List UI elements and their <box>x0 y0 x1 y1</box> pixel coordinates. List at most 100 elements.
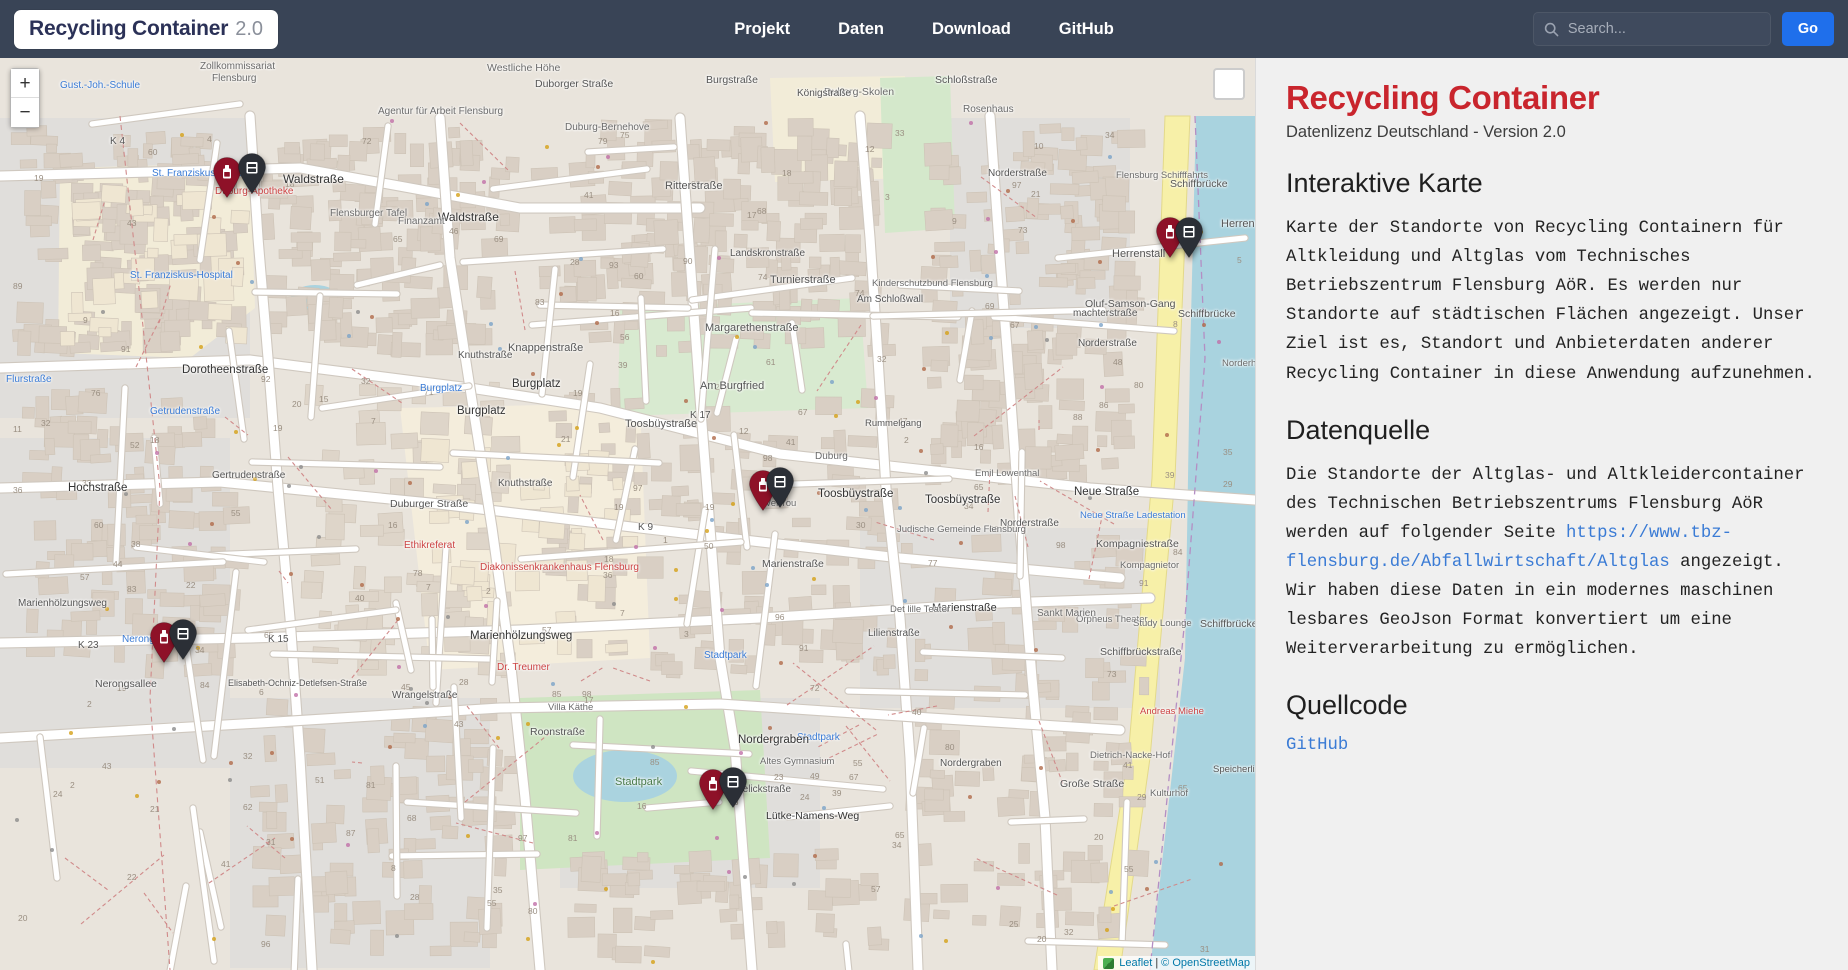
svg-text:20: 20 <box>1037 934 1047 944</box>
search-go-button[interactable]: Go <box>1782 12 1834 46</box>
clothes-container-icon <box>718 766 748 808</box>
svg-text:72: 72 <box>810 683 820 693</box>
map-marker-altkleider[interactable] <box>718 766 748 808</box>
svg-text:80: 80 <box>1134 380 1144 390</box>
svg-text:40: 40 <box>355 593 365 603</box>
map-attribution: Leaflet | © OpenStreetMap <box>1098 956 1255 970</box>
svg-text:91: 91 <box>1139 578 1149 588</box>
svg-text:72: 72 <box>362 136 372 146</box>
svg-text:46: 46 <box>449 226 459 236</box>
map-marker-altkleider[interactable] <box>765 466 795 508</box>
svg-text:57: 57 <box>80 572 90 582</box>
svg-text:32: 32 <box>243 751 253 761</box>
section-body-datenquelle: Die Standorte der Altglas- und Altkleide… <box>1286 461 1818 664</box>
svg-text:18: 18 <box>285 179 295 189</box>
svg-text:80: 80 <box>945 742 955 752</box>
svg-text:56: 56 <box>620 332 630 342</box>
svg-text:33: 33 <box>895 128 905 138</box>
svg-text:81: 81 <box>366 780 376 790</box>
svg-text:24: 24 <box>53 789 63 799</box>
svg-text:89: 89 <box>13 281 23 291</box>
svg-text:60: 60 <box>634 271 644 281</box>
svg-text:2: 2 <box>87 699 92 709</box>
svg-text:92: 92 <box>261 374 271 384</box>
github-link[interactable]: GitHub <box>1286 736 1348 755</box>
svg-text:83: 83 <box>535 297 545 307</box>
search-icon <box>1544 22 1559 37</box>
svg-text:24: 24 <box>800 792 810 802</box>
svg-text:2: 2 <box>904 435 909 445</box>
svg-text:16: 16 <box>610 308 620 318</box>
svg-text:19: 19 <box>117 683 127 693</box>
leaflet-map[interactable]: 5534915778130324080229671749641873227391… <box>0 58 1255 970</box>
svg-text:16: 16 <box>388 520 398 530</box>
search-box[interactable] <box>1533 12 1771 46</box>
nav-link-download[interactable]: Download <box>932 20 1011 39</box>
svg-text:35: 35 <box>493 885 503 895</box>
svg-text:43: 43 <box>127 218 137 228</box>
svg-text:61: 61 <box>766 357 776 367</box>
svg-text:12: 12 <box>865 144 875 154</box>
svg-text:22: 22 <box>127 872 137 882</box>
svg-text:97: 97 <box>633 483 643 493</box>
section-body-interaktive-karte: Karte der Standorte von Recycling Contai… <box>1286 214 1818 388</box>
brand-version: 2.0 <box>235 18 263 41</box>
svg-text:22: 22 <box>186 580 196 590</box>
brand-badge[interactable]: Recycling Container 2.0 <box>14 10 278 49</box>
svg-text:84: 84 <box>200 680 210 690</box>
attribution-leaflet-link[interactable]: Leaflet <box>1119 957 1152 969</box>
svg-text:21: 21 <box>150 804 160 814</box>
svg-text:39: 39 <box>1165 470 1175 480</box>
svg-text:79: 79 <box>598 136 608 146</box>
svg-text:73: 73 <box>1107 669 1117 679</box>
svg-text:65: 65 <box>264 630 274 640</box>
svg-text:57: 57 <box>542 625 552 635</box>
svg-text:7: 7 <box>426 582 431 592</box>
brand-name: Recycling Container <box>29 17 228 41</box>
svg-text:65: 65 <box>1178 783 1188 793</box>
svg-text:16: 16 <box>974 442 984 452</box>
map-marker-altkleider[interactable] <box>168 618 198 660</box>
info-sidebar: Recycling Container Datenlizenz Deutschl… <box>1255 58 1848 970</box>
svg-text:11: 11 <box>13 424 22 434</box>
svg-text:86: 86 <box>1099 400 1109 410</box>
svg-text:21: 21 <box>561 434 571 444</box>
nav-link-daten[interactable]: Daten <box>838 20 884 39</box>
attribution-osm-link[interactable]: © OpenStreetMap <box>1161 957 1250 969</box>
zoom-out-button[interactable]: − <box>11 98 39 127</box>
svg-text:28: 28 <box>570 257 580 267</box>
svg-text:67: 67 <box>849 772 859 782</box>
svg-text:84: 84 <box>1173 547 1183 557</box>
leaflet-logo-icon <box>1103 958 1114 969</box>
clothes-container-icon <box>168 618 198 660</box>
svg-text:41: 41 <box>221 859 231 869</box>
svg-text:17: 17 <box>747 210 757 220</box>
svg-text:77: 77 <box>928 558 938 568</box>
svg-text:10: 10 <box>1034 141 1044 151</box>
svg-text:65: 65 <box>895 830 905 840</box>
svg-text:81: 81 <box>568 833 578 843</box>
map-marker-altkleider[interactable] <box>1174 216 1204 258</box>
svg-text:31: 31 <box>266 837 276 847</box>
section-heading-interaktive-karte: Interaktive Karte <box>1286 168 1818 199</box>
section-heading-quellcode: Quellcode <box>1286 690 1818 721</box>
svg-text:8: 8 <box>1173 319 1178 329</box>
svg-text:34: 34 <box>964 501 974 511</box>
map-marker-altkleider[interactable] <box>237 152 267 194</box>
svg-text:34: 34 <box>892 840 902 850</box>
svg-text:41: 41 <box>1123 760 1133 770</box>
svg-text:29: 29 <box>1223 479 1233 489</box>
zoom-in-button[interactable]: + <box>11 69 39 98</box>
nav-link-github[interactable]: GitHub <box>1059 20 1114 39</box>
svg-text:52: 52 <box>130 440 140 450</box>
svg-text:73: 73 <box>1018 225 1028 235</box>
search-input[interactable] <box>1568 21 1760 37</box>
svg-text:87: 87 <box>346 828 356 838</box>
svg-text:19: 19 <box>573 388 583 398</box>
nav-link-projekt[interactable]: Projekt <box>734 20 790 39</box>
svg-text:71: 71 <box>424 387 434 397</box>
clothes-container-icon <box>765 466 795 508</box>
svg-text:55: 55 <box>853 758 863 768</box>
clothes-container-icon <box>237 152 267 194</box>
layers-icon[interactable] <box>1213 68 1245 100</box>
